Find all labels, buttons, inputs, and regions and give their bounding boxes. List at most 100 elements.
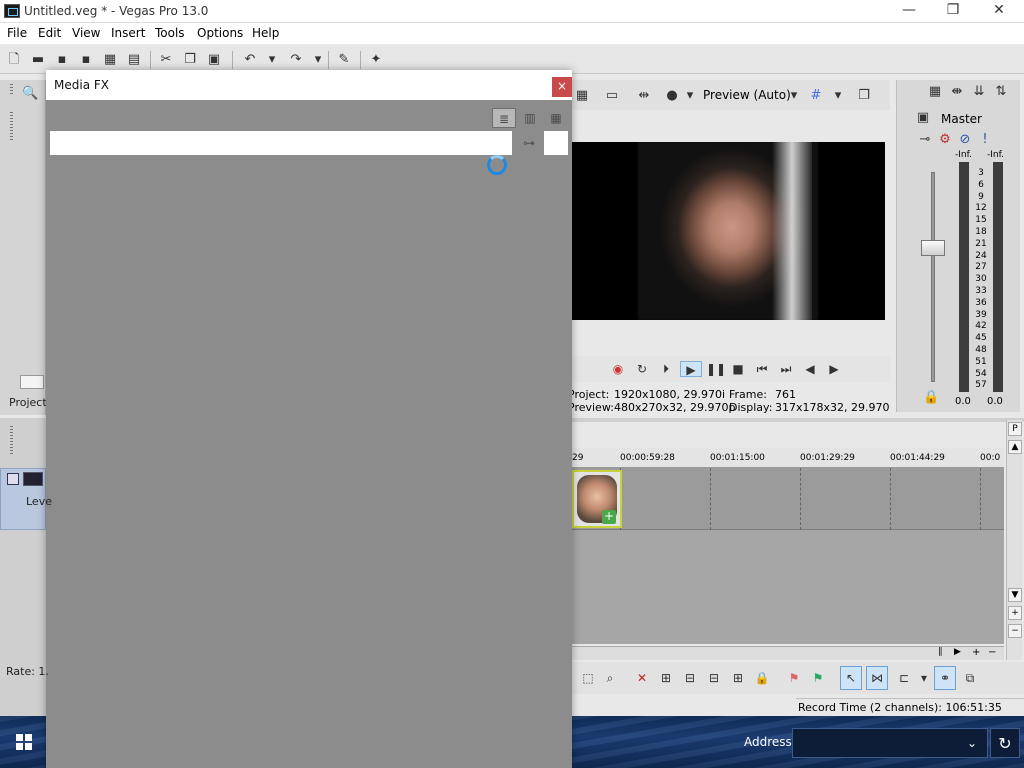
redo-dropdown-icon[interactable]: ▾	[310, 52, 326, 68]
redo-icon[interactable]: ↷	[288, 52, 304, 68]
play-from-start-icon[interactable]: ⏵	[658, 361, 674, 377]
grid-view-medium-icon[interactable]: ▥	[518, 108, 542, 128]
save-icon[interactable]: ▪	[54, 52, 70, 68]
normal-edit-tool-icon[interactable]: ↖	[840, 666, 862, 690]
master-fx-gear-icon[interactable]: ⚙	[937, 132, 953, 148]
search-side-box[interactable]	[544, 131, 568, 155]
list-view-icon[interactable]: ≣	[492, 108, 516, 128]
close-button[interactable]: ✕	[976, 0, 1022, 23]
timeline-ruler[interactable]: 29 00:00:59:28 00:01:15:00 00:01:29:29 0…	[572, 448, 1004, 468]
pause-icon[interactable]: ❚❚	[706, 361, 726, 377]
lock-icon[interactable]: 🔒	[923, 390, 939, 406]
preview-quality-dropdown[interactable]: Preview (Auto)	[703, 88, 791, 102]
zoom-icon[interactable]: 🔍	[22, 86, 38, 102]
windows-start-icon[interactable]	[16, 734, 32, 750]
master-downmix-icon[interactable]: ⇊	[971, 84, 987, 100]
grid-icon[interactable]: #	[808, 88, 824, 104]
dialog-close-button[interactable]: ×	[552, 77, 572, 97]
video-clip[interactable]: +	[572, 470, 622, 528]
snapping-icon[interactable]: ⊏	[896, 670, 912, 686]
whats-this-icon[interactable]: ✦	[368, 52, 384, 68]
maximize-button[interactable]: ❐	[930, 0, 976, 23]
scroll-top-icon[interactable]: P	[1008, 422, 1022, 436]
hscroll-zoom-out-icon[interactable]: −	[988, 647, 996, 658]
record-overlay-icon[interactable]: ●	[664, 88, 680, 104]
project-media-tab[interactable]: Project	[9, 396, 47, 409]
zoom-tool-icon[interactable]: ⌕	[602, 670, 618, 686]
master-channels-icon[interactable]: ⇅	[993, 84, 1009, 100]
master-fader-knob[interactable]	[921, 240, 945, 256]
scroll-down-icon[interactable]: ▼	[1008, 588, 1022, 602]
copy-snapshot-icon[interactable]: ❐	[856, 88, 872, 104]
auto-ripple-icon[interactable]: ⚭	[934, 666, 956, 690]
cut-icon[interactable]: ✂	[158, 52, 174, 68]
previous-frame-icon[interactable]: ◀	[802, 361, 818, 377]
region-icon[interactable]: ⚑	[810, 670, 826, 686]
filter-icon[interactable]: ⊶	[520, 134, 538, 152]
go-to-start-icon[interactable]: ⏮	[754, 361, 770, 377]
split-screen-icon[interactable]: ⇹	[636, 88, 652, 104]
master-fx-icon[interactable]: ⇼	[949, 84, 965, 100]
menu-options[interactable]: Options	[197, 26, 243, 40]
auto-crossfade-icon[interactable]: ⧉	[962, 670, 978, 686]
open-folder-icon[interactable]: ▬	[30, 52, 46, 68]
clip-fx-add-icon[interactable]: +	[602, 510, 616, 524]
dock-slider[interactable]	[20, 375, 44, 389]
lock-events-icon[interactable]: 🔒	[754, 670, 770, 686]
master-link-icon[interactable]: ⊸	[917, 132, 933, 148]
undo-icon[interactable]: ↶	[242, 52, 258, 68]
address-dropdown-icon[interactable]: ⌄	[958, 728, 986, 758]
menu-tools[interactable]: Tools	[155, 26, 185, 40]
dock-grip-2[interactable]	[10, 112, 13, 140]
copy-icon[interactable]: ❐	[182, 52, 198, 68]
delete-icon[interactable]: ✕	[634, 670, 650, 686]
save-as-icon[interactable]: ▪	[78, 52, 94, 68]
menu-edit[interactable]: Edit	[38, 26, 61, 40]
grid-dropdown-icon[interactable]: ▾	[830, 88, 846, 104]
external-monitor-icon[interactable]: ▭	[604, 88, 620, 104]
record-icon[interactable]: ◉	[610, 361, 626, 377]
undo-dropdown-icon[interactable]: ▾	[264, 52, 280, 68]
selection-icon[interactable]: ⬚	[580, 670, 596, 686]
master-properties-icon[interactable]: ▦	[927, 84, 943, 100]
marker-icon[interactable]: ⚑	[786, 670, 802, 686]
overlay-dropdown-icon[interactable]: ▾	[682, 88, 698, 104]
hscroll-zoom-in-icon[interactable]: +	[972, 647, 980, 658]
fx-search-input[interactable]	[50, 131, 512, 155]
snapping-dropdown-icon[interactable]: ▾	[916, 670, 932, 686]
scroll-up-icon[interactable]: ▲	[1008, 440, 1022, 454]
preview-properties-icon[interactable]: ▦	[574, 88, 590, 104]
menu-insert[interactable]: Insert	[111, 26, 145, 40]
menu-file[interactable]: File	[7, 26, 27, 40]
master-mute-icon[interactable]: ⊘	[957, 132, 973, 148]
envelope-tool-icon[interactable]: ⋈	[866, 666, 888, 690]
render-icon[interactable]: ▦	[102, 52, 118, 68]
timeline-horizontal-scrollbar[interactable]: ∥ ▶ + −	[572, 646, 1004, 660]
quality-dropdown-icon[interactable]: ▾	[786, 88, 802, 104]
brush-icon[interactable]: ✎	[336, 52, 352, 68]
new-file-icon[interactable]: 🗋	[6, 52, 22, 68]
menu-view[interactable]: View	[72, 26, 100, 40]
menu-help[interactable]: Help	[252, 26, 279, 40]
track-collapse-icon[interactable]	[7, 473, 19, 485]
timeline-tracks[interactable]: +	[572, 468, 1004, 644]
loop-icon[interactable]: ↻	[634, 361, 650, 377]
grid-view-small-icon[interactable]: ▦	[544, 108, 568, 128]
paste-icon[interactable]: ▣	[206, 52, 222, 68]
master-solo-icon[interactable]: !	[977, 132, 993, 148]
address-refresh-icon[interactable]: ↻	[990, 728, 1020, 758]
next-frame-icon[interactable]: ▶	[826, 361, 842, 377]
properties-icon[interactable]: ▤	[126, 52, 142, 68]
zoom-in-icon[interactable]: +	[1008, 606, 1022, 620]
trim-start-icon[interactable]: ⊟	[682, 670, 698, 686]
stop-icon[interactable]: ■	[730, 361, 746, 377]
trim-end-icon[interactable]: ⊟	[706, 670, 722, 686]
video-track-row[interactable]: +	[572, 468, 1004, 530]
go-to-end-icon[interactable]: ⏭	[778, 361, 794, 377]
trim-icon[interactable]: ⊞	[658, 670, 674, 686]
zoom-out-icon[interactable]: −	[1008, 624, 1022, 638]
play-icon[interactable]: ▶	[680, 361, 702, 377]
minimize-button[interactable]: —	[886, 0, 932, 23]
hscroll-grip-icon[interactable]: ∥	[938, 647, 943, 657]
dock-grip[interactable]	[10, 84, 13, 96]
